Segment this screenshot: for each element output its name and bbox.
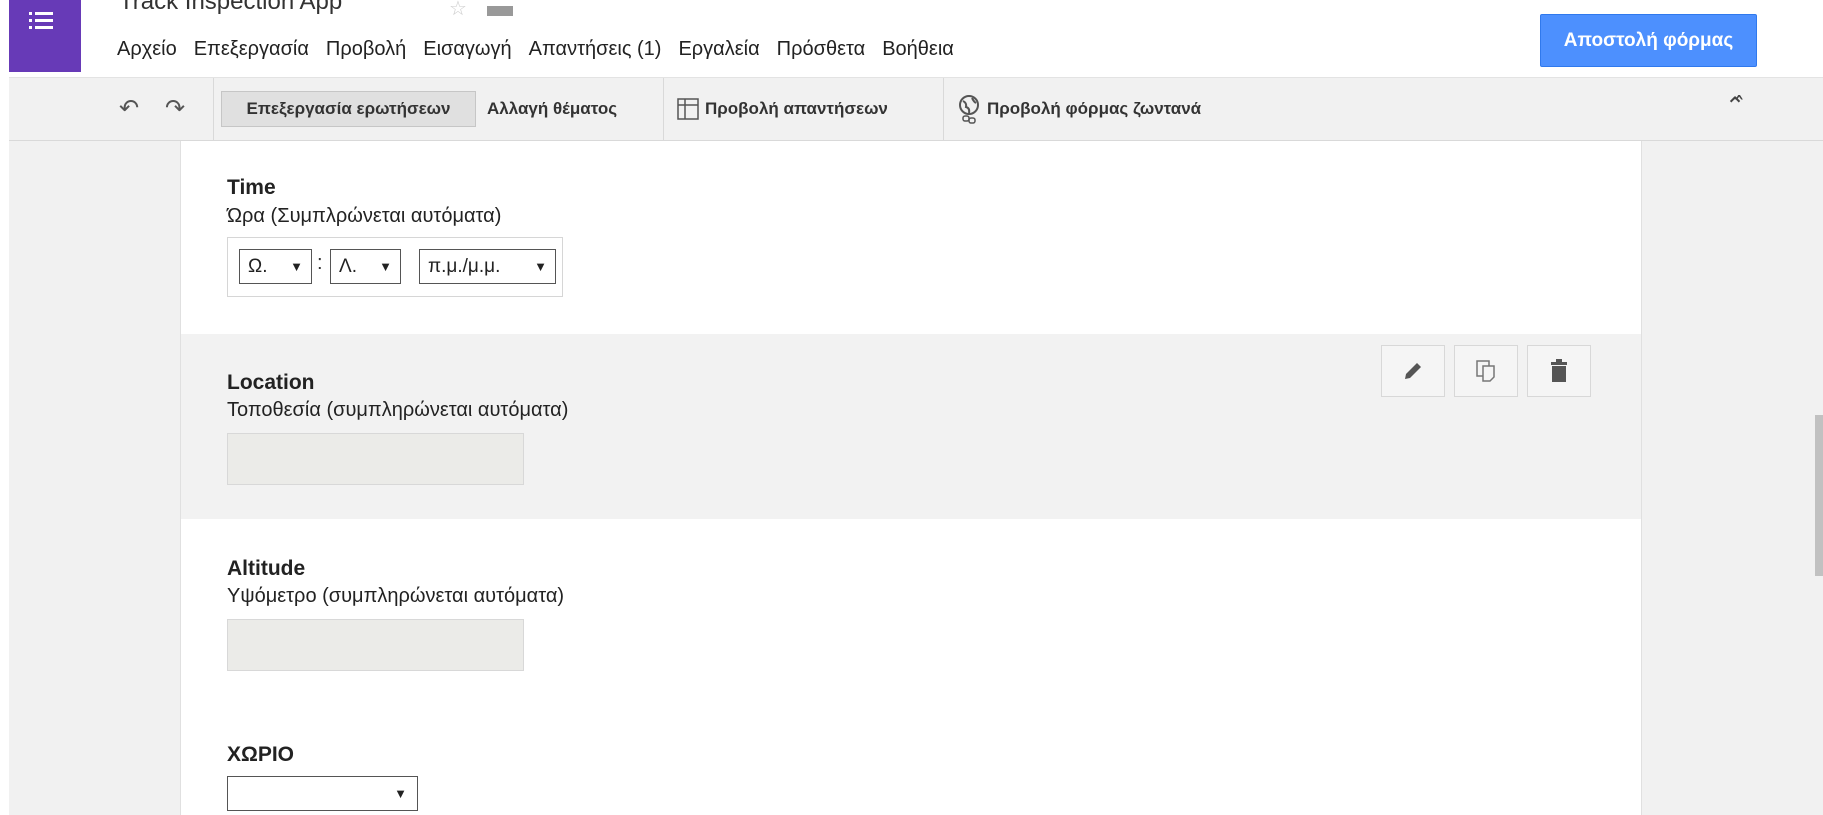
duplicate-question-button[interactable] bbox=[1454, 345, 1518, 397]
altitude-input[interactable] bbox=[227, 619, 524, 671]
scrollbar-thumb[interactable] bbox=[1815, 415, 1823, 576]
view-live-form-button[interactable]: Προβολή φόρμας ζωντανά bbox=[957, 91, 1201, 127]
app-frame: Track Inspection App ☆ Αρχείο Επεξεργασί… bbox=[9, 0, 1823, 815]
question-title-time: Time bbox=[227, 176, 276, 199]
form-panel: Time Ώρα (Συμπλρώνεται αυτόματα) Ω. ▼ : Λ… bbox=[180, 141, 1642, 815]
hour-select-value: Ω. bbox=[248, 255, 268, 277]
view-responses-button[interactable]: Προβολή απαντήσεων bbox=[677, 91, 888, 127]
table-icon bbox=[677, 98, 699, 120]
menu-tools[interactable]: Εργαλεία bbox=[678, 36, 759, 63]
pencil-icon bbox=[1405, 363, 1421, 379]
question-title-location: Location bbox=[227, 371, 315, 394]
send-form-button[interactable]: Αποστολή φόρμας bbox=[1540, 14, 1757, 67]
menu-responses[interactable]: Απαντήσεις (1) bbox=[529, 36, 662, 63]
minute-select[interactable]: Λ. ▼ bbox=[330, 249, 401, 284]
redo-icon[interactable]: ↷ bbox=[165, 94, 185, 123]
menu-addons[interactable]: Πρόσθετα bbox=[777, 36, 866, 63]
edit-question-button[interactable] bbox=[1381, 345, 1445, 397]
ampm-select-value: π.μ./μ.μ. bbox=[428, 255, 501, 277]
undo-icon[interactable]: ↶ bbox=[119, 94, 139, 123]
view-responses-label: Προβολή απαντήσεων bbox=[705, 99, 888, 118]
question-help-altitude: Υψόμετρο (συμπληρώνεται αυτόματα) bbox=[227, 585, 565, 607]
menubar: Αρχείο Επεξεργασία Προβολή Εισαγωγή Απαν… bbox=[117, 36, 971, 63]
view-live-form-label: Προβολή φόρμας ζωντανά bbox=[987, 99, 1202, 118]
change-theme-label: Αλλαγή θέματος bbox=[487, 99, 618, 118]
menu-insert[interactable]: Εισαγωγή bbox=[423, 36, 511, 63]
xorio-select[interactable]: ▼ bbox=[227, 776, 418, 811]
question-title-altitude: Altitude bbox=[227, 557, 306, 580]
menu-help[interactable]: Βοήθεια bbox=[882, 36, 954, 63]
question-block-location[interactable]: Location Τοποθεσία (συμπληρώνεται αυτόμα… bbox=[181, 334, 1641, 519]
duplicate-icon bbox=[1476, 360, 1495, 382]
folder-icon[interactable] bbox=[487, 6, 513, 16]
question-help-location: Τοποθεσία (συμπληρώνεται αυτόματα) bbox=[227, 399, 569, 421]
globe-link-icon bbox=[959, 95, 979, 124]
hour-select[interactable]: Ω. ▼ bbox=[239, 249, 312, 284]
change-theme-button[interactable]: Αλλαγή θέματος bbox=[487, 91, 617, 127]
document-title[interactable]: Track Inspection App bbox=[119, 0, 342, 16]
header: Track Inspection App ☆ Αρχείο Επεξεργασί… bbox=[9, 0, 1823, 78]
toolbar: ↶ ↷ Επεξεργασία ερωτήσεων Αλλαγή θέματος… bbox=[9, 78, 1823, 141]
menu-view[interactable]: Προβολή bbox=[326, 36, 406, 63]
toolbar-divider bbox=[213, 78, 214, 140]
question-help-time: Ώρα (Συμπλρώνεται αυτόματα) bbox=[227, 205, 502, 227]
edit-questions-button[interactable]: Επεξεργασία ερωτήσεων bbox=[221, 91, 476, 127]
trash-icon bbox=[1551, 359, 1567, 382]
time-input-group: Ω. ▼ : Λ. ▼ π.μ./μ.μ. ▼ bbox=[227, 237, 563, 297]
delete-question-button[interactable] bbox=[1527, 345, 1591, 397]
question-title-xorio: ΧΩΡΙΟ bbox=[227, 743, 295, 766]
time-separator: : bbox=[317, 252, 323, 274]
forms-list-icon[interactable] bbox=[9, 0, 81, 72]
toolbar-divider bbox=[943, 78, 944, 140]
menu-edit[interactable]: Επεξεργασία bbox=[194, 36, 309, 63]
minute-select-value: Λ. bbox=[339, 255, 357, 277]
form-editor-area: Time Ώρα (Συμπλρώνεται αυτόματα) Ω. ▼ : Λ… bbox=[9, 141, 1823, 815]
menu-file[interactable]: Αρχείο bbox=[117, 36, 177, 63]
double-chevron-up-icon[interactable]: ⌃̂ bbox=[1725, 92, 1745, 121]
ampm-select[interactable]: π.μ./μ.μ. ▼ bbox=[419, 249, 556, 284]
location-input[interactable] bbox=[227, 433, 524, 485]
star-icon[interactable]: ☆ bbox=[449, 0, 467, 21]
toolbar-divider bbox=[663, 78, 664, 140]
